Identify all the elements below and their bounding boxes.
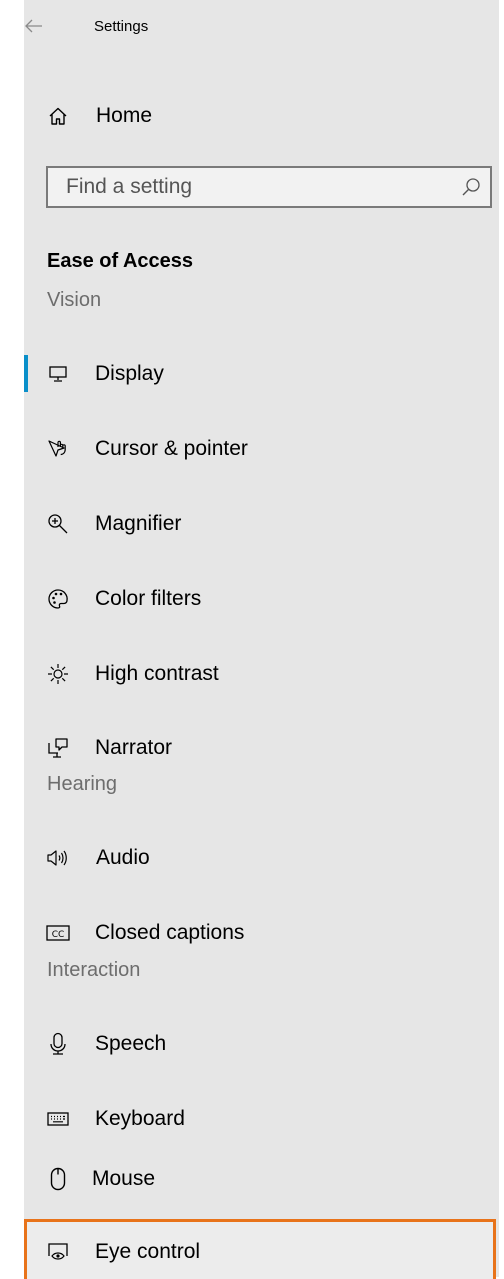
nav-keyboard-label: Keyboard	[95, 1107, 185, 1130]
search-input[interactable]	[48, 168, 446, 206]
group-header-interaction: Interaction	[47, 959, 141, 981]
selection-indicator	[24, 355, 28, 392]
nav-narrator-label: Narrator	[95, 736, 173, 759]
nav-home-label: Home	[96, 104, 153, 127]
nav-magnifier-label: Magnifier	[95, 512, 182, 535]
pointer-hand-icon	[46, 437, 70, 461]
microphone-icon	[46, 1032, 70, 1056]
back-arrow-icon	[25, 19, 43, 33]
nav-cursor-label: Cursor & pointer	[95, 437, 248, 460]
sun-icon	[46, 662, 70, 686]
nav-eye-control-label: Eye control	[95, 1240, 201, 1263]
nav-color-filters-label: Color filters	[95, 587, 202, 610]
group-header-vision: Vision	[47, 289, 102, 311]
zoom-in-icon	[46, 512, 70, 536]
nav-closed-captions-label: Closed captions	[95, 921, 245, 944]
window-title: Settings	[94, 18, 149, 35]
nav-high-contrast-label: High contrast	[95, 662, 219, 685]
home-icon	[46, 104, 70, 128]
nav-speech-label: Speech	[95, 1032, 167, 1055]
section-title: Ease of Access	[47, 250, 194, 272]
cc-icon: CC	[46, 921, 70, 945]
eye-control-icon	[46, 1240, 70, 1264]
search-box[interactable]	[46, 166, 492, 208]
nav-mouse-label: Mouse	[92, 1167, 156, 1190]
back-button[interactable]	[22, 14, 46, 38]
svg-text:CC: CC	[52, 930, 65, 940]
mouse-icon	[46, 1167, 70, 1191]
keyboard-icon	[46, 1107, 70, 1131]
monitor-icon	[46, 362, 70, 386]
narrator-icon	[46, 736, 70, 760]
nav-audio-label: Audio	[96, 846, 150, 869]
group-header-hearing: Hearing	[47, 773, 118, 795]
speaker-icon	[46, 846, 70, 870]
nav-display-label: Display	[95, 362, 164, 385]
palette-icon	[46, 587, 70, 611]
search-icon[interactable]	[460, 176, 482, 198]
